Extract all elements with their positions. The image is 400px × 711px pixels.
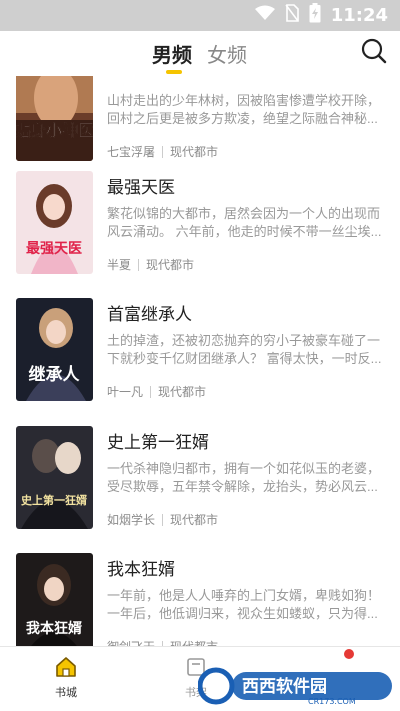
watermark-logo: 西西软件园 CR173.COM: [197, 662, 398, 706]
list-item[interactable]: 继承人 首富继承人 土的掉渣，还被初恋抛弃的穷小子被豪车碰了一下就秒变千亿财团继…: [0, 298, 400, 418]
list-item[interactable]: 贴身小神医 山村走出的少年林树，因被陷害惨遭学校开除，回村之后更是被多方欺凌，绝…: [0, 76, 400, 178]
book-author: 御剑飞天: [107, 638, 155, 646]
book-meta: 如烟学长 现代都市: [107, 511, 218, 528]
book-category: 现代都市: [146, 258, 195, 272]
book-category: 现代都市: [170, 145, 219, 159]
book-title[interactable]: 我本狂婿: [107, 555, 175, 580]
book-cover[interactable]: 贴身小神医: [16, 76, 93, 161]
book-title[interactable]: 最强天医: [107, 173, 175, 198]
cover-title-text: 最强天医: [26, 240, 82, 257]
list-item[interactable]: 最强天医 最强天医 繁花似锦的大都市，居然会因为一个人的出现而风云涌动。 六年前…: [0, 171, 400, 291]
book-meta: 叶一凡 现代都市: [107, 383, 206, 400]
meta-divider: [162, 145, 164, 158]
book-cover[interactable]: 我本狂婿: [16, 553, 93, 646]
tab-female[interactable]: 女频: [207, 39, 247, 68]
book-cover[interactable]: 史上第一狂婿: [16, 426, 93, 529]
book-author: 叶一凡: [107, 385, 144, 399]
book-author: 七宝浮屠: [107, 145, 156, 159]
book-cover[interactable]: 继承人: [16, 298, 93, 401]
nav-item-bookstore[interactable]: 书城: [36, 655, 96, 700]
book-title[interactable]: 首富继承人: [107, 300, 192, 325]
active-tab-indicator: [166, 70, 182, 74]
book-title[interactable]: 史上第一狂婿: [107, 428, 209, 453]
nav-label-bookstore: 书城: [55, 687, 77, 699]
meta-divider: [162, 513, 164, 526]
home-icon: [56, 657, 76, 677]
notification-dot: [344, 649, 354, 659]
top-tab-bar: 男频 女频: [0, 31, 400, 76]
book-category: 现代都市: [170, 638, 218, 646]
book-category: 现代都市: [158, 385, 207, 399]
list-item[interactable]: 史上第一狂婿 史上第一狂婿 一代杀神隐归都市，拥有一个如花似玉的老婆，受尽欺辱，…: [0, 426, 400, 546]
book-author: 如烟学长: [107, 513, 156, 527]
book-meta: 御剑飞天 现代都市: [107, 638, 218, 646]
wifi-icon: [254, 5, 275, 26]
meta-divider: [150, 385, 152, 398]
no-sim-icon: [285, 4, 299, 27]
book-description: 一年前，他是人人唾弃的上门女婿，卑贱如狗！一年后，他低调归来，视众生如蝼蚁，只为…: [107, 588, 381, 621]
watermark-brand: 西西软件园: [242, 676, 327, 697]
watermark-domain: CR173.COM: [308, 697, 356, 706]
meta-divider: [138, 258, 140, 271]
cover-title-text: 史上第一狂婿: [21, 493, 88, 507]
book-meta: 七宝浮屠 现代都市: [107, 143, 218, 160]
book-description: 山村走出的少年林树，因被陷害惨遭学校开除，回村之后更是被多方欺凌，绝望之际融合神…: [107, 93, 381, 126]
cover-title-text: 贴身小神医: [16, 121, 93, 140]
book-description: 土的掉渣，还被初恋抛弃的穷小子被豪车碰了一下就秒变千亿财团继承人？ 富得太快，一…: [107, 333, 382, 366]
book-category: 现代都市: [170, 513, 219, 527]
book-cover[interactable]: 最强天医: [16, 171, 93, 274]
book-list[interactable]: 贴身小神医 山村走出的少年林树，因被陷害惨遭学校开除，回村之后更是被多方欺凌，绝…: [0, 76, 400, 646]
cover-title-text: 继承人: [29, 364, 81, 385]
search-icon: [361, 38, 387, 64]
list-item[interactable]: 我本狂婿 我本狂婿 一年前，他是人人唾弃的上门女婿，卑贱如狗！一年后，他低调归来…: [0, 553, 400, 646]
status-time: 11:24: [330, 5, 388, 26]
book-description: 一代杀神隐归都市，拥有一个如花似玉的老婆，受尽欺辱，五年禁令解除，龙抬头，势必风…: [107, 461, 381, 494]
status-bar: 11:24: [0, 0, 400, 31]
book-description: 繁花似锦的大都市，居然会因为一个人的出现而风云涌动。 六年前，他走的时候不带一丝…: [107, 206, 382, 239]
tab-male[interactable]: 男频: [152, 39, 192, 68]
search-button[interactable]: [359, 36, 389, 66]
book-meta: 半夏 现代都市: [107, 256, 194, 273]
cover-title-text: 我本狂婿: [26, 620, 83, 637]
book-author: 半夏: [107, 258, 132, 272]
battery-charging-icon: [309, 3, 321, 28]
